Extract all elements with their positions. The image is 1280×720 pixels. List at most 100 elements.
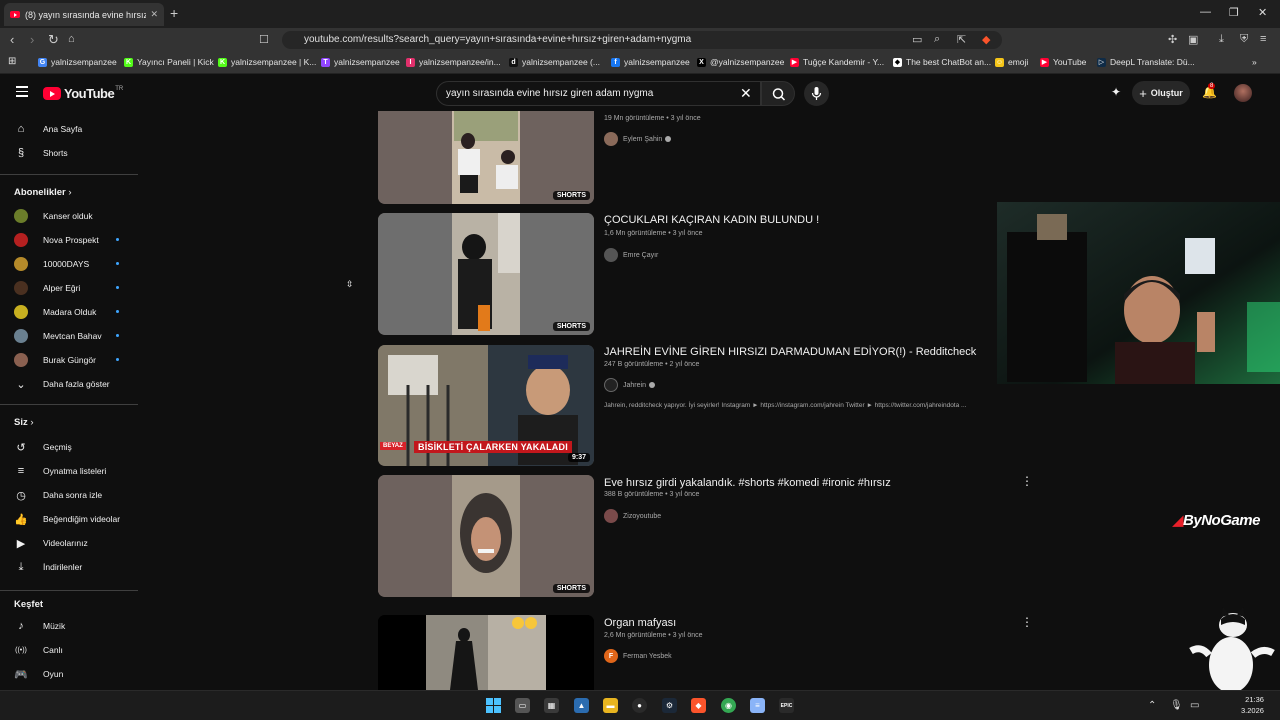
sidebar-item[interactable]: Burak Güngör [14,351,96,369]
reload-icon[interactable]: ↻ [48,32,59,48]
bookmark-item[interactable]: K Yayıncı Paneli | Kick [124,57,214,67]
more-options-icon[interactable]: ⋮ [1021,615,1033,629]
more-options-icon[interactable]: ⋮ [1021,474,1033,488]
task-view-icon[interactable]: ▭ [515,698,530,713]
channel-row[interactable]: Jahrein [604,378,655,392]
premium-icon[interactable]: ✦ [1111,85,1121,99]
steam-icon[interactable]: ⚙ [662,698,677,713]
channel-row[interactable]: Eylem Şahin [604,132,672,146]
sidebar-item[interactable]: 🎮 Oyun [14,665,63,683]
sidebar-item[interactable]: ⤓ İndirilenler [14,558,83,576]
close-window-icon[interactable]: ✕ [1258,6,1267,19]
sidebar-section-heading[interactable]: Abonelikler › [14,187,72,198]
windows-start-icon[interactable] [486,698,501,713]
vpn-icon[interactable]: ⛨ [1240,33,1248,46]
video-title[interactable]: Eve hırsız girdi yakalandık. #shorts #ko… [604,477,891,489]
sidebar-item-label: Kanser olduk [43,211,93,221]
extensions-icon[interactable]: ✣ [1168,33,1177,46]
bookmark-item[interactable]: ▶ Tuğçe Kandemir - Y... [790,57,884,67]
file-explorer-icon[interactable]: ▬ [603,698,618,713]
sidebar-item[interactable]: Kanser olduk [14,207,93,225]
create-button[interactable]: + Oluştur [1132,81,1190,105]
search-button[interactable] [761,81,795,106]
url-field[interactable]: youtube.com/results?search_query=yayın+s… [282,31,1002,49]
menu-icon[interactable]: ≡ [1260,33,1266,45]
tray-display-icon[interactable]: ▭ [1190,700,1199,711]
video-thumbnail[interactable]: SHORTS [378,475,594,597]
downloads-icon[interactable]: ⤓ [1219,33,1224,46]
browser-tab-active[interactable]: (8) yayın sırasında evine hırsız gi ✕ [4,3,164,26]
restore-icon[interactable]: ❐ [1229,6,1239,19]
video-title[interactable]: Organ mafyası [604,617,676,629]
share-icon[interactable]: ⇱ [957,33,966,46]
sidebar-item[interactable]: Mevtcan Bahav [14,327,102,345]
photos-icon[interactable]: ▲ [574,698,589,713]
system-clock[interactable]: 21:36 3.2026 [1241,694,1264,716]
sidebar-section-heading[interactable]: Keşfet [14,599,43,610]
video-thumbnail[interactable]: BEYAZ BİSİKLETİ ÇALARKEN YAKALADI 9:37 [378,345,594,466]
channel-row[interactable]: Emre Çayır [604,248,658,262]
sidebar-item[interactable]: § Shorts [14,144,68,162]
bookmark-item[interactable]: X @yalnizsempanzee [697,57,784,67]
sidebar-item[interactable]: ⌂ Ana Sayfa [14,120,83,138]
search-input[interactable]: yayın sırasında evine hırsız giren adam … [436,81,761,106]
sidebar-toggle-icon[interactable]: ▣ [1188,33,1198,46]
bookmark-item[interactable]: ☺ emoji [995,57,1028,67]
bookmark-item[interactable]: f yalnizsempanzee [611,57,690,67]
back-icon[interactable]: ‹ [10,32,14,47]
sidebar-item[interactable]: ⌄ Daha fazla göster [14,375,109,393]
bookmark-item[interactable]: Kyalnizsempanzee | K... [218,57,316,67]
forward-icon[interactable]: › [30,32,34,47]
clear-search-icon[interactable]: ✕ [740,85,752,102]
bookmark-item[interactable]: ◆ The best ChatBot an... [893,57,991,67]
tray-mic-icon[interactable]: 🎙 [1170,700,1183,711]
sidebar-item[interactable]: Nova Prospekt [14,231,99,249]
tab-close-icon[interactable]: ✕ [150,9,158,20]
video-title[interactable]: JAHREİN EVİNE GİREN HIRSIZI DARMADUMAN E… [604,346,976,358]
brave-shield-icon[interactable]: ◆ [982,33,990,46]
brave-browser-icon[interactable]: ◆ [691,698,706,713]
obs-icon[interactable]: ● [632,698,647,713]
bookmark-icon[interactable]: ☐ [259,33,269,46]
youtube-logo[interactable]: YouTube TR [43,86,123,101]
channel-row[interactable]: F Ferman Yesbek [604,649,672,663]
new-tab-button[interactable]: + [170,5,178,21]
sidebar-section-heading[interactable]: Siz › [14,417,34,428]
sidebar-item[interactable]: 10000DAYS [14,255,89,273]
video-title[interactable]: ÇOCUKLARI KAÇIRAN KADIN BULUNDU ! [604,214,819,226]
epic-games-icon[interactable]: EPIC [779,698,794,713]
chrome-icon[interactable]: ◉ [721,698,736,713]
bookmark-item[interactable]: Iyalnizsempanzee/in... [406,57,501,67]
video-thumbnail[interactable]: SHORTS [378,111,594,204]
notepad-icon[interactable]: ≡ [750,698,765,713]
video-thumbnail[interactable]: SHORTS [378,213,594,335]
browser-tabbar: (8) yayın sırasında evine hırsız gi ✕ + … [0,0,1280,28]
sidebar-item[interactable]: ≡ Oynatma listeleri [14,462,107,480]
channel-row[interactable]: Zizoyoutube [604,509,661,523]
sidebar-item[interactable]: 👍 Beğendiğim videolar [14,510,120,528]
video-thumbnail[interactable] [378,615,594,690]
bookmark-item[interactable]: Tyalnizsempanzee [321,57,400,67]
bookmark-item[interactable]: ▷ DeepL Translate: Dü... [1097,57,1195,67]
minimize-icon[interactable]: — [1200,6,1211,18]
voice-search-button[interactable] [804,81,829,106]
hamburger-menu-icon[interactable] [16,86,28,100]
sidebar-item[interactable]: ((•)) Canlı [14,641,63,659]
bookmarks-overflow-icon[interactable]: » [1252,57,1257,67]
apps-grid-icon[interactable]: ⊞ [8,56,16,67]
cast-icon[interactable]: ▭ [912,33,922,46]
zoom-icon[interactable]: ⌕ [934,33,940,46]
sidebar-item[interactable]: ↺ Geçmiş [14,438,71,456]
bookmark-item[interactable]: d yalnizsempanzee (... [509,57,600,67]
sidebar-item[interactable]: ♪ Müzik [14,617,65,635]
sidebar-item[interactable]: Madara Olduk [14,303,96,321]
tray-expand-icon[interactable]: ⌃ [1148,700,1156,711]
account-avatar[interactable] [1234,84,1252,102]
sidebar-item[interactable]: ▶ Videolarınız [14,534,88,552]
sidebar-item[interactable]: ◷ Daha sonra izle [14,486,102,504]
sidebar-item[interactable]: Alper Eğri [14,279,80,297]
bookmark-item[interactable]: ▶ YouTube [1040,57,1086,67]
bookmark-item[interactable]: Gyalnizsempanzee [38,57,117,67]
home-button-icon[interactable]: ⌂ [68,33,75,45]
app-icon[interactable]: ▦ [544,698,559,713]
